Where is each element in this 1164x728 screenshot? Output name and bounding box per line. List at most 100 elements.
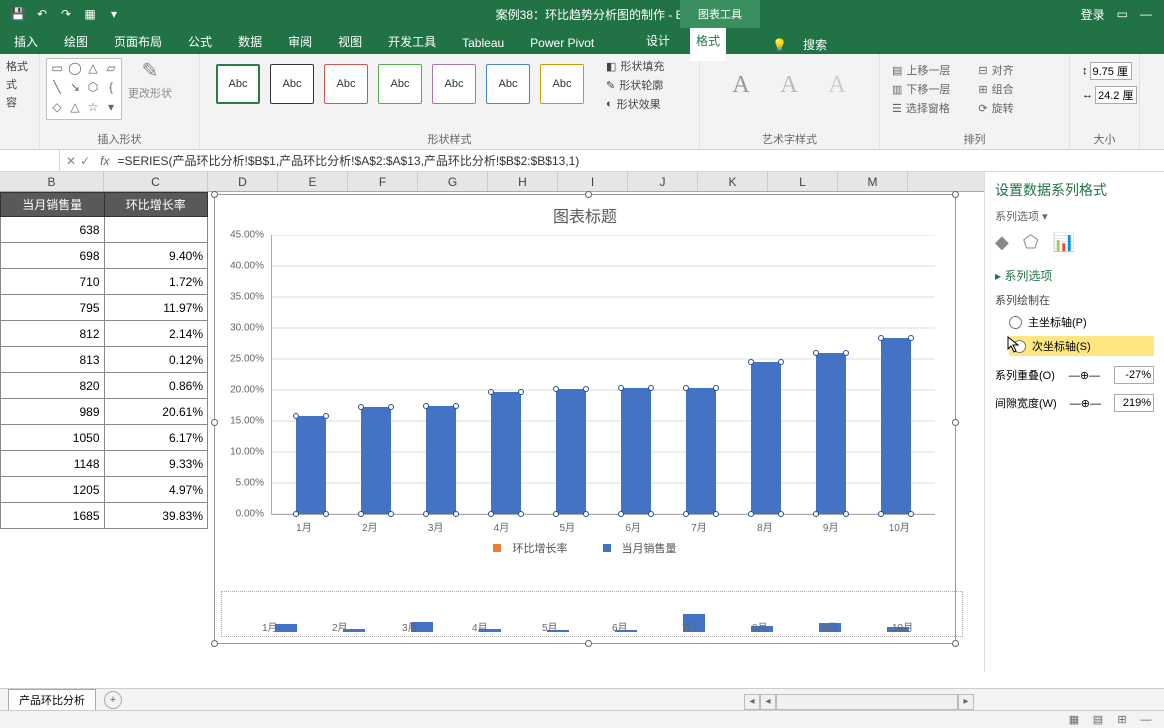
sheet-tab[interactable]: 产品环比分析 xyxy=(8,689,96,710)
shape-gallery[interactable]: ▭◯△▱ ╲↘⬡{ ◇△☆▾ xyxy=(46,58,122,120)
chart-object[interactable]: 图表标题 0.00%5.00%10.00%15.00%20.00%25.00%3… xyxy=(214,194,956,644)
bar[interactable] xyxy=(686,388,716,514)
align-button[interactable]: ⊟对齐 xyxy=(978,62,1013,78)
minimize-icon[interactable]: — xyxy=(1140,7,1152,21)
style-item[interactable]: Abc xyxy=(270,64,314,104)
plot-area[interactable]: 0.00%5.00%10.00%15.00%20.00%25.00%30.00%… xyxy=(271,235,935,515)
selection-pane-button[interactable]: ☰选择窗格 xyxy=(892,100,950,116)
shape-effects-button[interactable]: ◐形状效果 xyxy=(606,96,664,112)
cell[interactable]: 795 xyxy=(1,295,105,321)
tab-formula[interactable]: 公式 xyxy=(182,29,218,54)
cell[interactable]: 812 xyxy=(1,321,105,347)
bar[interactable] xyxy=(816,353,846,514)
ribbon-left-label[interactable]: 格式 xyxy=(6,58,44,74)
col-header[interactable]: L xyxy=(768,172,838,191)
change-shape-button[interactable]: ✎ 更改形状 xyxy=(128,58,172,101)
group-button[interactable]: ⊞组合 xyxy=(978,81,1013,97)
cell[interactable]: 20.61% xyxy=(104,399,208,425)
cell[interactable]: 11.97% xyxy=(104,295,208,321)
zoom-out-icon[interactable]: — xyxy=(1136,714,1156,726)
table-header[interactable]: 当月销售量 xyxy=(1,193,105,217)
col-header[interactable]: I xyxy=(558,172,628,191)
send-backward-button[interactable]: ▥下移一层 xyxy=(892,81,950,97)
cell[interactable]: 0.86% xyxy=(104,373,208,399)
col-header-c[interactable]: C xyxy=(104,172,208,191)
cell[interactable]: 638 xyxy=(1,217,105,243)
enter-icon[interactable]: ✓ xyxy=(80,154,90,168)
gap-input[interactable] xyxy=(1114,394,1154,412)
fill-tab-icon[interactable]: ◆ xyxy=(995,232,1009,253)
ribbon-left-label[interactable]: 式 xyxy=(6,76,44,92)
new-sheet-button[interactable]: + xyxy=(104,691,122,709)
cell[interactable] xyxy=(104,217,208,243)
tab-view[interactable]: 视图 xyxy=(332,29,368,54)
cell[interactable]: 1.72% xyxy=(104,269,208,295)
style-item[interactable]: Abc xyxy=(324,64,368,104)
bring-forward-button[interactable]: ▤上移一层 xyxy=(892,62,950,78)
qat-icon[interactable]: ▦ xyxy=(80,4,100,24)
style-item[interactable]: Abc xyxy=(378,64,422,104)
cell[interactable]: 6.17% xyxy=(104,425,208,451)
wordart-item[interactable]: A xyxy=(816,64,858,106)
height-input[interactable] xyxy=(1090,62,1132,80)
name-box[interactable] xyxy=(0,150,60,171)
cell[interactable]: 1148 xyxy=(1,451,105,477)
tab-format[interactable]: 格式 xyxy=(690,28,726,61)
effects-tab-icon[interactable]: ⬠ xyxy=(1023,232,1039,253)
view-normal-icon[interactable]: ▦ xyxy=(1064,713,1084,726)
col-header[interactable]: F xyxy=(348,172,418,191)
cell[interactable]: 989 xyxy=(1,399,105,425)
cell[interactable]: 9.40% xyxy=(104,243,208,269)
cell[interactable]: 1050 xyxy=(1,425,105,451)
shape-style-gallery[interactable]: Abc Abc Abc Abc Abc Abc Abc xyxy=(206,58,594,110)
cell[interactable]: 0.12% xyxy=(104,347,208,373)
col-header[interactable]: K xyxy=(698,172,768,191)
col-header[interactable]: E xyxy=(278,172,348,191)
col-header-b[interactable]: B xyxy=(0,172,104,191)
login-label[interactable]: 登录 xyxy=(1081,6,1105,23)
overlap-input[interactable] xyxy=(1114,366,1154,384)
fx-icon[interactable]: fx xyxy=(96,154,113,168)
col-header[interactable]: H xyxy=(488,172,558,191)
tab-layout[interactable]: 页面布局 xyxy=(108,29,168,54)
shape-outline-button[interactable]: ✎形状轮廓 xyxy=(606,77,664,93)
cell[interactable]: 698 xyxy=(1,243,105,269)
tab-dev[interactable]: 开发工具 xyxy=(382,29,442,54)
chart-title[interactable]: 图表标题 xyxy=(215,195,955,235)
tab-review[interactable]: 审阅 xyxy=(282,29,318,54)
save-icon[interactable]: 💾 xyxy=(8,4,28,24)
bar[interactable] xyxy=(621,388,651,514)
mini-chart[interactable]: 1月2月3月4月5月6月7月8月9月10月 xyxy=(221,591,963,637)
series-tab-icon[interactable]: 📊 xyxy=(1053,232,1075,253)
wordart-item[interactable]: A xyxy=(720,64,762,106)
primary-axis-radio[interactable]: 主坐标轴(P) xyxy=(1009,314,1154,330)
width-input[interactable] xyxy=(1095,86,1137,104)
col-header[interactable]: D xyxy=(208,172,278,191)
search-box[interactable]: 💡 搜索 xyxy=(760,28,839,61)
style-item[interactable]: Abc xyxy=(432,64,476,104)
col-header[interactable]: G xyxy=(418,172,488,191)
formula-input[interactable]: =SERIES(产品环比分析!$B$1,产品环比分析!$A$2:$A$13,产品… xyxy=(113,152,1164,169)
cell[interactable]: 813 xyxy=(1,347,105,373)
style-item[interactable]: Abc xyxy=(540,64,584,104)
tab-insert[interactable]: 插入 xyxy=(8,29,44,54)
cancel-icon[interactable]: ✕ xyxy=(66,154,76,168)
bar[interactable] xyxy=(426,406,456,515)
tab-data[interactable]: 数据 xyxy=(232,29,268,54)
horizontal-scrollbar[interactable]: ◂◂▸ xyxy=(744,694,974,710)
view-layout-icon[interactable]: ▤ xyxy=(1088,713,1108,726)
cell[interactable]: 710 xyxy=(1,269,105,295)
ribbon-collapse-icon[interactable]: ▭ xyxy=(1117,7,1128,21)
ribbon-left-label[interactable]: 容 xyxy=(6,94,44,110)
wordart-gallery[interactable]: A A A xyxy=(706,58,873,112)
tab-draw[interactable]: 绘图 xyxy=(58,29,94,54)
bar[interactable] xyxy=(556,389,586,514)
cell[interactable]: 39.83% xyxy=(104,503,208,529)
cell[interactable]: 4.97% xyxy=(104,477,208,503)
view-break-icon[interactable]: ⊞ xyxy=(1112,713,1132,726)
cell[interactable]: 2.14% xyxy=(104,321,208,347)
bar[interactable] xyxy=(881,338,911,514)
cell[interactable]: 1685 xyxy=(1,503,105,529)
secondary-axis-radio[interactable]: 次坐标轴(S) xyxy=(1009,336,1154,356)
chart-legend[interactable]: 环比增长率 当月销售量 xyxy=(215,534,955,562)
